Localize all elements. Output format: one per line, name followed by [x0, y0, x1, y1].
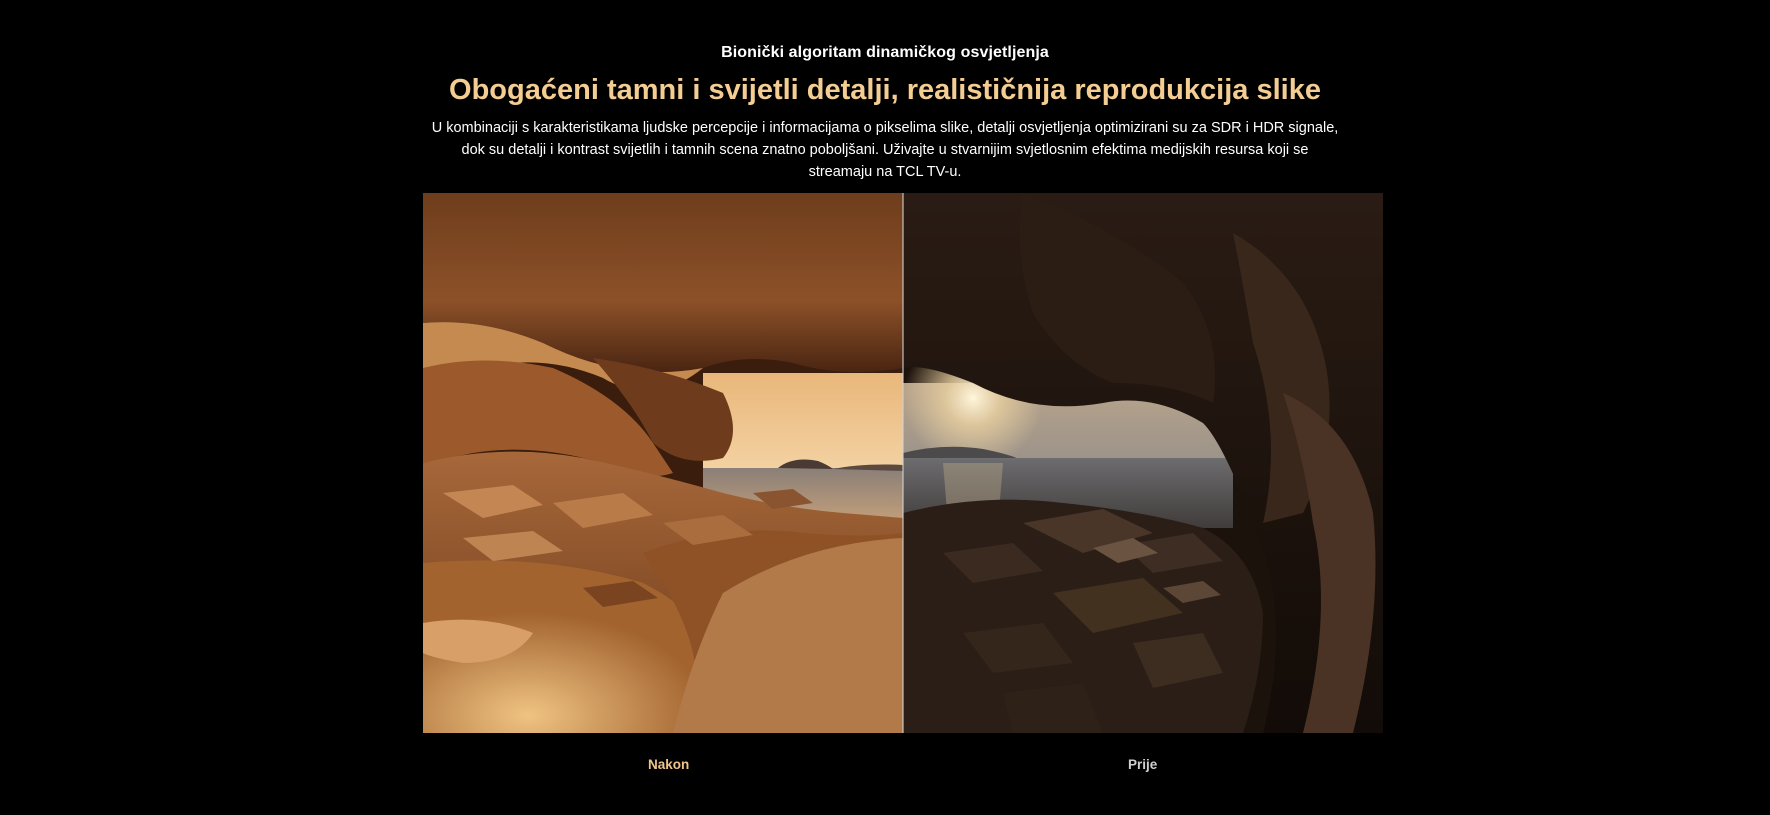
after-image — [423, 193, 903, 733]
feature-headline: Obogaćeni tamni i svijetli detalji, real… — [449, 74, 1321, 106]
feature-description: U kombinaciji s karakteristikama ljudske… — [431, 120, 1339, 180]
after-label: Nakon — [648, 757, 690, 772]
before-after-comparison[interactable] — [423, 193, 1383, 733]
before-cave-photo — [903, 193, 1383, 733]
comparison-slider-handle[interactable] — [902, 193, 904, 733]
feature-eyebrow: Bionički algoritam dinamičkog osvjetljen… — [721, 44, 1049, 61]
before-label: Prije — [1128, 757, 1158, 772]
after-cave-photo — [423, 193, 903, 733]
before-image — [903, 193, 1383, 733]
